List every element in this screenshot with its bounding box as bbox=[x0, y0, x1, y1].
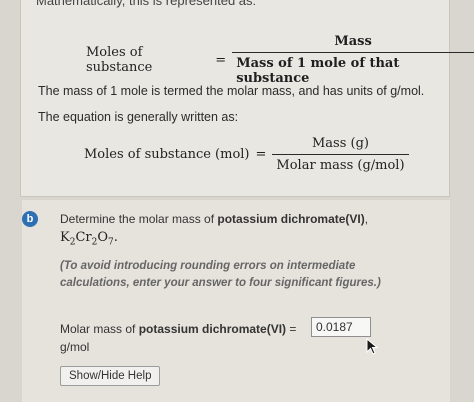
equation-1-fraction: Mass Mass of 1 mole of that substance bbox=[232, 34, 474, 86]
formula-element-cr: Cr bbox=[75, 230, 92, 245]
mouse-cursor-icon bbox=[366, 338, 379, 355]
formula-element-o: O bbox=[97, 230, 109, 245]
formula-element-k: K bbox=[60, 230, 70, 245]
answer-compound: potassium dichromate(VI) bbox=[138, 322, 287, 336]
equation-2: Moles of substance (mol) = Mass (g) Mola… bbox=[84, 136, 409, 173]
question-text: Determine the molar mass of potassium di… bbox=[60, 212, 368, 226]
question-compound: potassium dichromate(VI) bbox=[217, 212, 365, 226]
formula-period: . bbox=[113, 230, 118, 245]
chemical-formula: K2Cr2O7. bbox=[60, 230, 118, 248]
show-hide-help-button[interactable]: Show/Hide Help bbox=[60, 366, 161, 386]
equation-1-denominator: Mass of 1 mole of that substance bbox=[236, 56, 400, 86]
answer-label: Molar mass of potassium dichromate(VI) = bbox=[60, 322, 296, 336]
equation-2-numerator: Mass (g) bbox=[311, 136, 369, 151]
question-prefix: Determine the molar mass of bbox=[60, 212, 218, 226]
equation-2-equals: = bbox=[255, 147, 267, 162]
equation-2-denominator: Molar mass (g/mol) bbox=[276, 158, 405, 173]
general-equation-sentence: The equation is generally written as: bbox=[38, 110, 239, 124]
cut-off-line: Mathematically, this is represented as: bbox=[36, 0, 257, 8]
rounding-hint: (To avoid introducing rounding errors on… bbox=[60, 260, 381, 289]
equation-1: Moles of substance = Mass Mass of 1 mole… bbox=[86, 34, 474, 86]
answer-suffix: = bbox=[286, 322, 297, 336]
equation-1-equals: = bbox=[215, 52, 227, 68]
equation-2-lhs: Moles of substance (mol) bbox=[84, 147, 250, 162]
molar-mass-sentence: The mass of 1 mole is termed the molar m… bbox=[38, 84, 425, 98]
part-b-badge: b bbox=[22, 211, 38, 227]
answer-prefix: Molar mass of bbox=[60, 322, 139, 336]
question-suffix: , bbox=[364, 212, 369, 226]
molar-mass-input[interactable] bbox=[311, 317, 371, 337]
equation-2-fraction: Mass (g) Molar mass (g/mol) bbox=[272, 136, 409, 173]
equation-1-numerator: Mass bbox=[334, 34, 372, 49]
equation-1-lhs: Moles of substance bbox=[86, 45, 153, 75]
unit-label: g/mol bbox=[60, 340, 90, 354]
